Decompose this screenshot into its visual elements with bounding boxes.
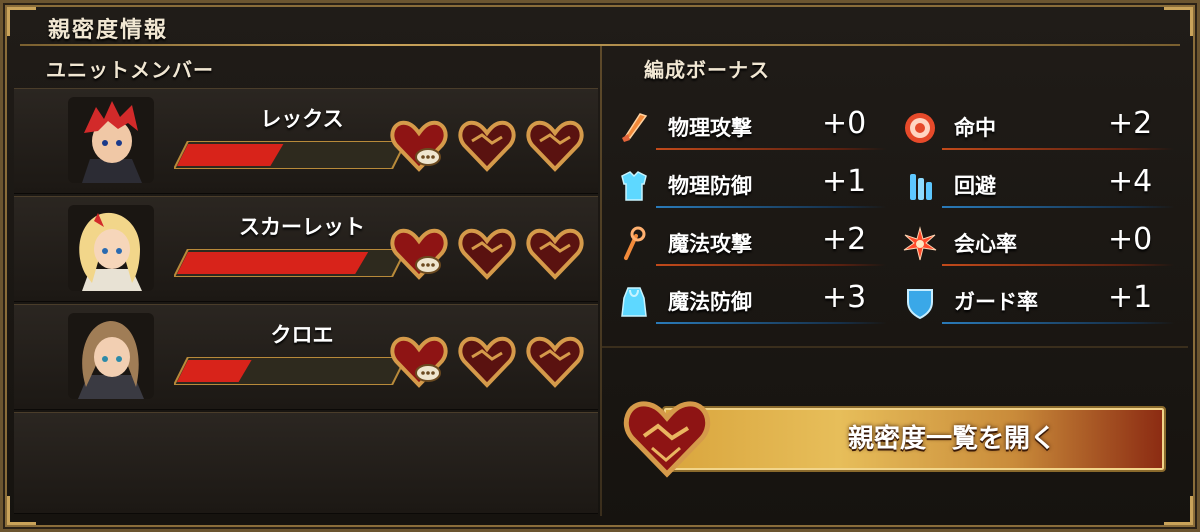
member-row[interactable]: クロエ [14,304,598,410]
heart-with-message-icon[interactable] [390,335,448,389]
sword-icon [622,113,648,142]
heart-icon[interactable] [458,119,516,173]
bonus-row: 物理攻撃 +0 命中 +2 [616,102,1174,156]
member-name: クロエ [270,323,334,347]
stat-value: +1 [822,164,867,199]
member-row[interactable]: レックス [14,88,598,194]
robe-icon [621,287,647,317]
stat-label: 魔法防御 [668,290,752,314]
heart-with-message-icon[interactable] [390,119,448,173]
staff-icon [624,226,646,260]
heart-icon[interactable] [526,227,584,281]
bonus-row: 魔法攻撃 +2 会心率 +0 [616,218,1174,272]
unit-members-section: ユニットメンバー レックス スカーレット クロエ [14,46,598,516]
stat-underline [942,206,1174,208]
stat-value: +4 [1108,164,1153,199]
stat-underline [656,322,886,324]
stat-underline [942,322,1174,324]
heart-icon [623,401,711,478]
formation-bonus-section: 編成ボーナス 物理攻撃 +0 命中 +2 物理防御 +1 回避 +4 魔法攻撃 … [602,46,1188,516]
stat-magic-defense: 魔法防御 +3 [616,276,886,330]
stat-value: +0 [1108,222,1153,257]
member-name: レックス [260,107,344,131]
heart-icon[interactable] [458,227,516,281]
avatar [68,313,154,399]
open-affinity-list-button[interactable]: 親密度一覧を開く [622,398,1166,478]
stat-label: 命中 [954,116,996,140]
member-name: スカーレット [239,215,365,239]
stat-value: +0 [822,106,867,141]
panel-title: 親密度情報 [48,18,169,43]
heart-with-message-icon[interactable] [390,227,448,281]
corner-ornament [7,7,36,36]
stat-value: +3 [822,280,867,315]
stat-underline [656,264,886,266]
open-affinity-list-label: 親密度一覧を開く [847,424,1056,454]
stat-value: +1 [1108,280,1153,315]
target-icon [905,113,935,143]
stat-label: 回避 [954,174,996,198]
evade-icon [910,174,932,200]
bonus-row: 魔法防御 +3 ガード率 +1 [616,276,1174,330]
stat-underline [942,148,1174,150]
bonus-row: 物理防御 +1 回避 +4 [616,160,1174,214]
stat-label: 物理防御 [668,174,752,198]
armor-icon [621,171,647,201]
stat-evasion: 回避 +4 [902,160,1174,214]
heart-icon[interactable] [526,335,584,389]
corner-ornament [1164,7,1193,36]
member-row[interactable]: スカーレット [14,196,598,302]
unit-members-heading: ユニットメンバー [46,58,214,82]
stat-physical-attack: 物理攻撃 +0 [616,102,886,156]
avatar [68,205,154,291]
stat-underline [656,206,886,208]
stat-physical-defense: 物理防御 +1 [616,160,886,214]
shield-icon [907,289,933,320]
affinity-bar [174,141,406,169]
bonus-divider [602,346,1188,348]
affinity-bar [174,249,406,277]
critical-icon [903,226,937,261]
heart-icon[interactable] [458,335,516,389]
stat-label: 物理攻撃 [668,116,752,140]
stat-label: 会心率 [954,232,1017,256]
avatar [68,97,154,183]
stat-value: +2 [1108,106,1153,141]
stat-accuracy: 命中 +2 [902,102,1174,156]
stat-underline [656,148,886,150]
affinity-bar [174,357,406,385]
stat-critical-rate: 会心率 +0 [902,218,1174,272]
stat-guard-rate: ガード率 +1 [902,276,1174,330]
heart-icon[interactable] [526,119,584,173]
stat-label: 魔法攻撃 [668,232,752,256]
formation-bonus-heading: 編成ボーナス [644,58,770,82]
stat-value: +2 [822,222,867,257]
empty-member-slot [14,412,598,514]
stat-label: ガード率 [954,290,1038,314]
stat-magic-attack: 魔法攻撃 +2 [616,218,886,272]
stat-underline [942,264,1174,266]
